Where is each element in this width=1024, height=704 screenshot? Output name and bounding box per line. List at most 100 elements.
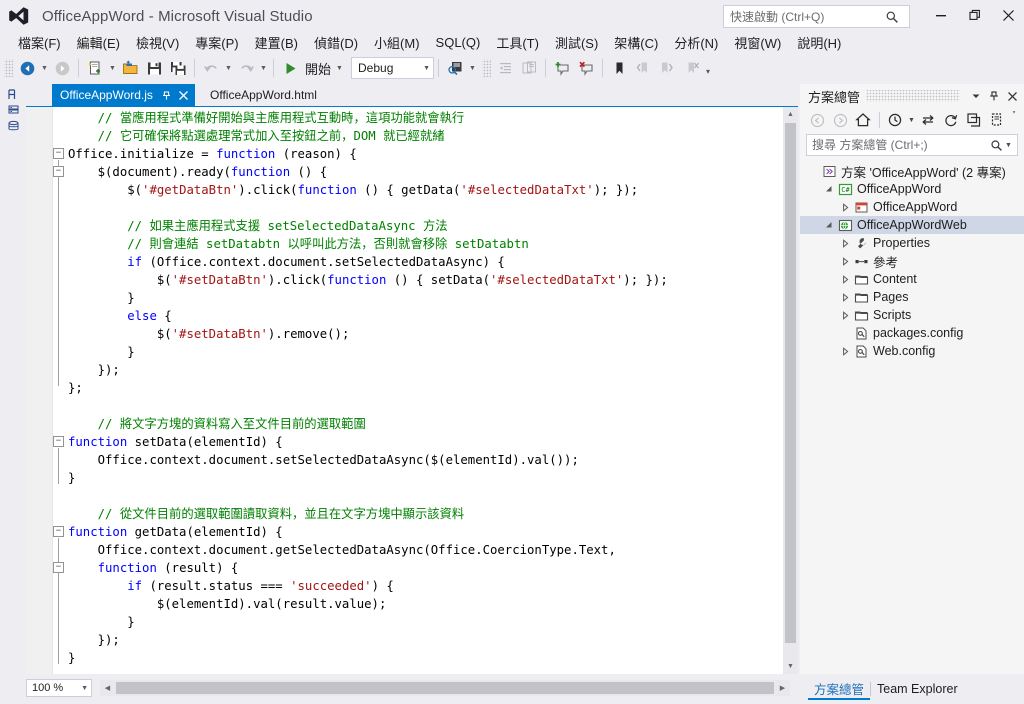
start-debug-icon[interactable] <box>279 57 301 79</box>
horizontal-scroll-thumb[interactable] <box>116 682 774 694</box>
tab-officeappword-js[interactable]: OfficeAppWord.js <box>52 84 195 106</box>
expander-collapsed-icon[interactable] <box>838 310 852 320</box>
menu-item-debug[interactable]: 偵錯(D) <box>306 31 366 54</box>
fold-marker-getdata[interactable]: − <box>53 526 64 537</box>
new-project-dropdown-icon[interactable]: ▼ <box>107 57 118 79</box>
code-text[interactable]: // 當應用程式準備好開始與主應用程式互動時，這項功能就會執行 // 它可確保將… <box>68 109 798 669</box>
menu-item-edit[interactable]: 編輯(E) <box>69 31 128 54</box>
delete-breakpoint-icon[interactable] <box>575 57 597 79</box>
home-icon[interactable] <box>852 110 874 130</box>
menu-item-build[interactable]: 建置(B) <box>247 31 306 54</box>
sync-with-active-document-icon[interactable] <box>917 110 939 130</box>
code-editor[interactable]: − − − − − // 當應用程式準備好開始與主應用程式互動時，這項功能就會執… <box>26 106 798 674</box>
vertical-scroll-thumb[interactable] <box>785 123 796 643</box>
solution-explorer-search-input[interactable] <box>812 138 987 152</box>
tree-item-[interactable]: 參考 <box>800 252 1024 270</box>
toolbox-icon[interactable] <box>7 88 22 103</box>
menu-item-view[interactable]: 檢視(V) <box>128 31 187 54</box>
dock-tab-team-explorer[interactable]: Team Explorer <box>871 682 964 696</box>
solution-explorer-search[interactable]: ▼ <box>806 134 1018 156</box>
editor-outlining-column[interactable]: − − − − − <box>53 107 67 674</box>
fold-marker-document-ready[interactable]: − <box>53 166 64 177</box>
panel-drag-handle[interactable] <box>866 90 960 102</box>
maximize-button[interactable] <box>958 0 992 30</box>
chevron-down-icon[interactable]: ▼ <box>1005 142 1017 149</box>
navigate-back-icon[interactable] <box>16 57 38 79</box>
expander-collapsed-icon[interactable] <box>838 256 852 266</box>
menu-item-sql[interactable]: SQL(Q) <box>428 33 489 52</box>
fold-marker-setdata[interactable]: − <box>53 436 64 447</box>
start-button-label[interactable]: 開始 <box>302 59 334 78</box>
toolbar-grip[interactable] <box>482 59 492 77</box>
save-icon[interactable] <box>143 57 165 79</box>
toolbar-overflow-icon[interactable]: ▾ <box>703 61 713 76</box>
expander-collapsed-icon[interactable] <box>838 292 852 302</box>
collapse-all-icon[interactable] <box>963 110 985 130</box>
tree-item-properties[interactable]: Properties <box>800 234 1024 252</box>
tree-item-pages[interactable]: Pages <box>800 288 1024 306</box>
quick-launch-input[interactable] <box>730 9 882 24</box>
expander-collapsed-icon[interactable] <box>838 202 852 212</box>
pending-changes-icon[interactable] <box>884 110 906 130</box>
start-dropdown-icon[interactable]: ▼ <box>334 57 345 79</box>
menu-item-test[interactable]: 測試(S) <box>547 31 606 54</box>
menu-item-tools[interactable]: 工具(T) <box>488 31 547 54</box>
quick-launch-box[interactable] <box>723 5 910 28</box>
close-button[interactable] <box>992 0 1024 30</box>
expander-expanded-icon[interactable] <box>822 221 836 230</box>
tree-item-officeappwordweb[interactable]: OfficeAppWordWeb <box>800 216 1024 234</box>
bookmark-icon[interactable] <box>608 57 630 79</box>
scroll-left-icon[interactable]: ◀ <box>100 680 115 696</box>
close-icon[interactable] <box>1004 87 1020 105</box>
find-dropdown-icon[interactable]: ▼ <box>467 57 478 79</box>
scroll-right-icon[interactable]: ▶ <box>775 680 790 696</box>
menu-item-help[interactable]: 說明(H) <box>789 31 849 54</box>
minimize-button[interactable] <box>924 0 958 30</box>
menu-item-window[interactable]: 視窗(W) <box>726 31 789 54</box>
tree-item-packages-config[interactable]: packages.config <box>800 324 1024 342</box>
show-all-files-icon[interactable] <box>986 110 1008 130</box>
toolbar-grip[interactable] <box>4 59 13 77</box>
solution-configuration-combo[interactable]: Debug ▼ <box>351 57 435 79</box>
tree-item-officeappword-2[interactable]: 方案 'OfficeAppWord' (2 專案) <box>800 162 1024 180</box>
menu-item-file[interactable]: 檔案(F) <box>10 31 69 54</box>
editor-horizontal-scrollbar[interactable]: ◀ ▶ <box>100 680 790 696</box>
server-explorer-icon[interactable] <box>7 104 22 119</box>
tab-officeappword-html[interactable]: OfficeAppWord.html <box>202 84 323 106</box>
add-breakpoint-icon[interactable] <box>551 57 573 79</box>
pin-icon[interactable] <box>986 87 1002 105</box>
dock-tab-solution-explorer[interactable]: 方案總管 <box>808 679 871 700</box>
tree-item-officeappword[interactable]: C# OfficeAppWord <box>800 180 1024 198</box>
scroll-down-icon[interactable]: ▼ <box>783 659 798 674</box>
data-sources-icon[interactable] <box>7 120 22 135</box>
fold-marker-office-initialize[interactable]: − <box>53 148 64 159</box>
tree-item-content[interactable]: Content <box>800 270 1024 288</box>
open-file-icon[interactable] <box>119 57 141 79</box>
new-project-icon[interactable] <box>84 57 106 79</box>
expander-collapsed-icon[interactable] <box>838 346 852 356</box>
tree-item-scripts[interactable]: Scripts <box>800 306 1024 324</box>
zoom-level-combo[interactable]: 100 % ▼ <box>26 679 92 697</box>
scroll-up-icon[interactable]: ▲ <box>783 107 798 122</box>
solution-tree[interactable]: 方案 'OfficeAppWord' (2 專案) C# OfficeAppWord… <box>800 160 1024 360</box>
editor-gutter[interactable] <box>26 107 53 674</box>
fold-marker-callback[interactable]: − <box>53 562 64 573</box>
close-icon[interactable] <box>178 90 189 101</box>
editor-vertical-scrollbar[interactable]: ▲ ▼ <box>783 107 798 674</box>
expander-expanded-icon[interactable] <box>822 185 836 194</box>
menu-item-analyze[interactable]: 分析(N) <box>666 31 726 54</box>
tree-item-web-config[interactable]: Web.config <box>800 342 1024 360</box>
menu-item-team[interactable]: 小組(M) <box>366 31 428 54</box>
navigate-back-dropdown-icon[interactable]: ▼ <box>39 57 50 79</box>
find-in-files-icon[interactable] <box>444 57 466 79</box>
menu-item-architecture[interactable]: 架構(C) <box>606 31 666 54</box>
toolbar-overflow-icon[interactable]: ˮ <box>1009 110 1019 130</box>
save-all-icon[interactable] <box>167 57 189 79</box>
pending-changes-dropdown-icon[interactable]: ▼ <box>907 110 916 130</box>
expander-collapsed-icon[interactable] <box>838 274 852 284</box>
refresh-icon[interactable] <box>940 110 962 130</box>
expander-collapsed-icon[interactable] <box>838 238 852 248</box>
pin-icon[interactable] <box>161 90 172 101</box>
menu-item-project[interactable]: 專案(P) <box>187 31 246 54</box>
chevron-down-icon[interactable] <box>968 87 984 105</box>
